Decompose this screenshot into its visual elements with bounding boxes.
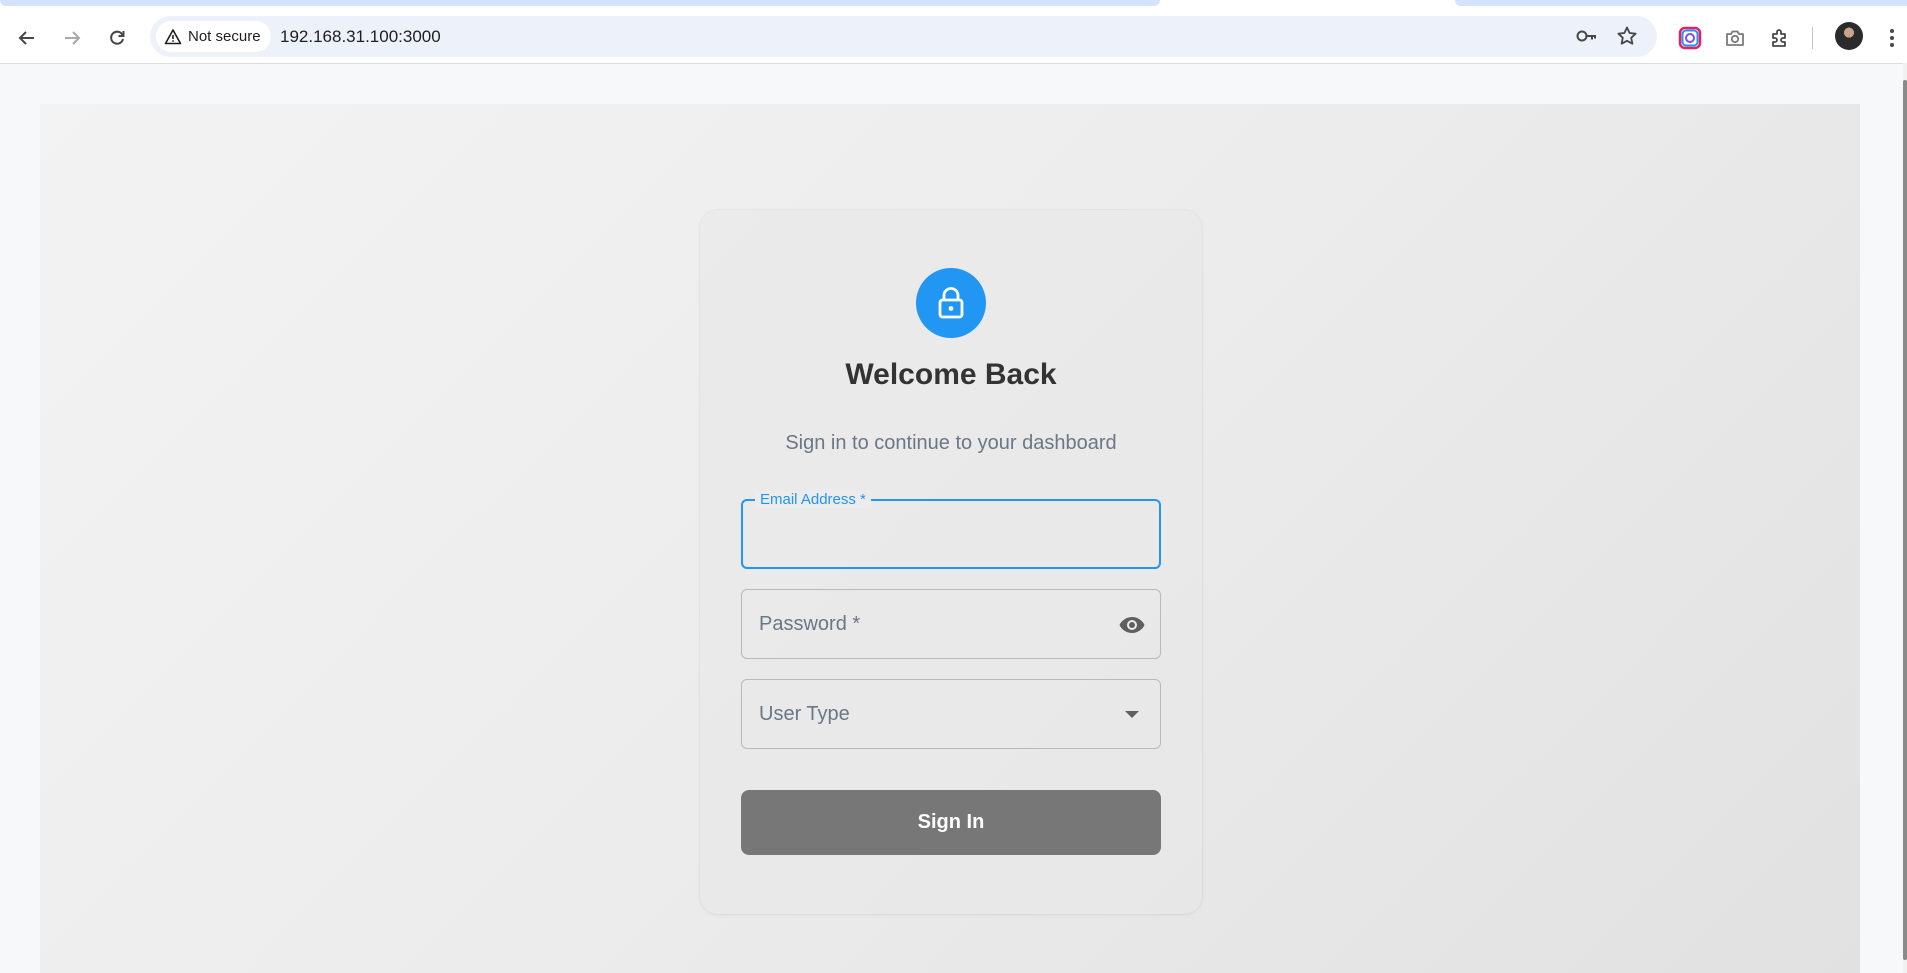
warning-icon — [164, 28, 182, 44]
address-bar[interactable]: Not secure 192.168.31.100:3000 — [150, 16, 1657, 57]
password-field[interactable]: Password * — [741, 589, 1161, 659]
security-chip-label: Not secure — [188, 28, 261, 45]
browser-menu-button[interactable] — [1876, 22, 1907, 54]
profile-avatar[interactable] — [1835, 22, 1863, 50]
color-extension-icon — [1678, 26, 1702, 50]
user-type-label: User Type — [759, 703, 850, 725]
key-icon — [1576, 30, 1596, 42]
screenshot-extension-button[interactable] — [1719, 22, 1751, 54]
bookmark-button[interactable] — [1611, 20, 1643, 52]
eye-icon — [1119, 617, 1145, 633]
page-subtitle: Sign in to continue to your dashboard — [785, 432, 1117, 454]
user-type-select[interactable]: User Type — [741, 679, 1161, 749]
lock-avatar — [916, 268, 986, 338]
email-label: Email Address * — [755, 491, 871, 508]
forward-button[interactable] — [55, 21, 89, 55]
toggle-password-visibility-button[interactable] — [1116, 609, 1148, 641]
tab[interactable] — [0, 0, 1160, 6]
camera-icon — [1726, 30, 1744, 46]
star-icon — [1617, 26, 1637, 45]
forward-icon — [65, 31, 81, 45]
scrollbar-thumb[interactable] — [1903, 80, 1907, 960]
kebab-menu-icon — [1890, 29, 1894, 47]
back-button[interactable] — [10, 21, 44, 55]
extensions-button[interactable] — [1764, 22, 1796, 54]
reload-button[interactable] — [100, 21, 134, 55]
email-field[interactable]: Email Address * — [741, 491, 1161, 569]
email-input[interactable] — [743, 501, 1159, 567]
back-icon — [18, 31, 34, 45]
tab-strip — [0, 0, 1907, 13]
extensions-puzzle-icon — [1772, 29, 1786, 47]
lock-icon — [938, 287, 964, 319]
url-text[interactable]: 192.168.31.100:3000 — [280, 16, 441, 57]
color-extension-button[interactable] — [1674, 22, 1706, 54]
toolbar-divider — [1812, 27, 1813, 49]
security-chip[interactable]: Not secure — [156, 21, 271, 52]
user-type-dropdown-button[interactable] — [1116, 699, 1148, 731]
password-input[interactable] — [742, 590, 1160, 658]
browser-toolbar: Not secure 192.168.31.100:3000 — [0, 13, 1907, 64]
page-title: Welcome Back — [845, 358, 1057, 391]
tab[interactable] — [1455, 0, 1907, 6]
reload-icon — [110, 30, 125, 45]
login-card: Welcome Back Sign in to continue to your… — [700, 210, 1202, 914]
sign-in-button[interactable]: Sign In — [741, 790, 1161, 855]
dropdown-arrow-icon — [1125, 711, 1139, 718]
password-key-button[interactable] — [1571, 20, 1603, 52]
